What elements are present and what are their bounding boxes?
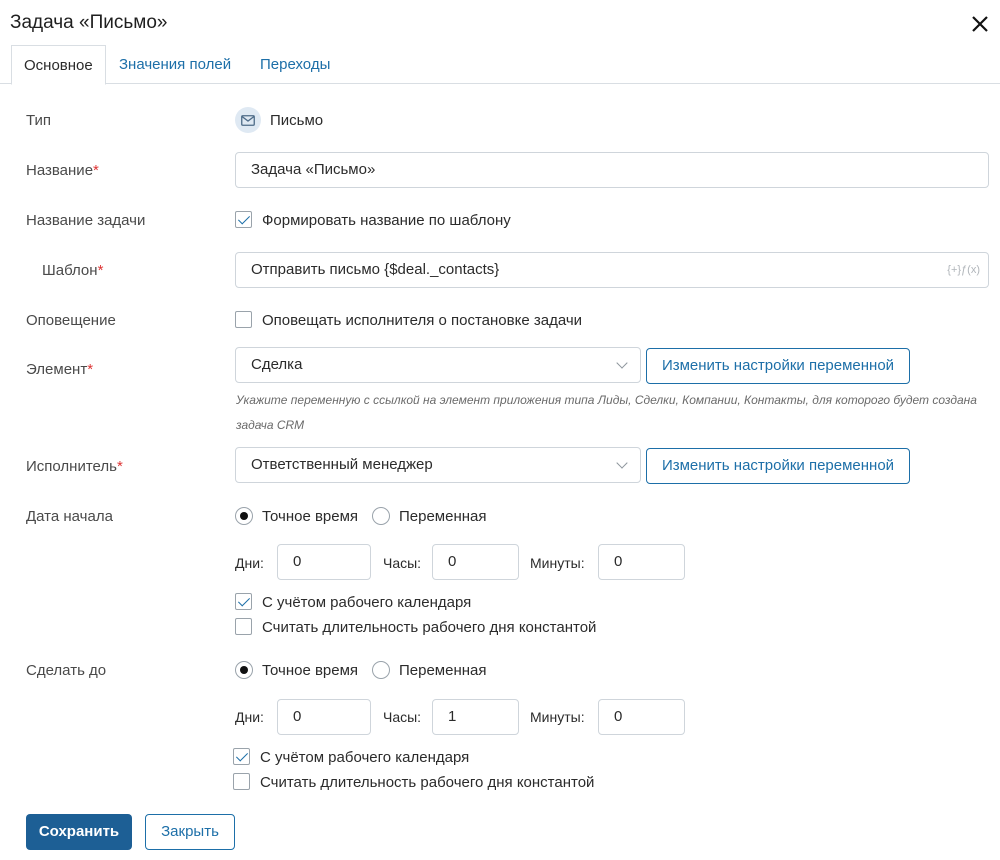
template-input[interactable]: Отправить письмо {$deal._contacts} {+}ƒ(… <box>235 252 989 288</box>
start-calendar-checkbox[interactable] <box>235 593 252 610</box>
dialog-title: Задача «Письмо» <box>10 12 168 33</box>
assignee-change-variable-button[interactable]: Изменить настройки переменной <box>646 448 910 484</box>
assignee-select-value: Ответственный менеджер <box>251 456 433 473</box>
chevron-down-icon <box>616 357 628 369</box>
due-minutes-input[interactable]: 0 <box>598 699 685 735</box>
start-minutes-label: Минуты: <box>530 555 585 571</box>
start-variable-radio[interactable] <box>372 507 390 525</box>
task-name-label: Название задачи <box>26 212 146 229</box>
due-days-label: Дни: <box>235 709 264 725</box>
assignee-select[interactable]: Ответственный менеджер <box>235 447 641 483</box>
envelope-icon <box>235 107 261 133</box>
due-calendar-label: С учётом рабочего календаря <box>260 749 470 766</box>
required-mark: * <box>87 361 94 378</box>
notification-label: Оповещение <box>26 312 116 329</box>
start-hours-input[interactable]: 0 <box>432 544 519 580</box>
type-label: Тип <box>26 112 52 129</box>
name-input[interactable]: Задача «Письмо» <box>235 152 989 188</box>
due-hours-label: Часы: <box>383 709 422 725</box>
notify-assignee-checkbox-label: Оповещать исполнителя о постановке задач… <box>262 312 583 329</box>
element-hint-line-1: Укажите переменную с ссылкой на элемент … <box>236 393 977 407</box>
start-calendar-label: С учётом рабочего календаря <box>262 594 472 611</box>
required-mark: * <box>97 262 104 279</box>
assignee-label-text: Исполнитель <box>26 458 117 475</box>
start-exact-time-radio[interactable] <box>235 507 253 525</box>
due-variable-label: Переменная <box>399 662 487 679</box>
element-select-value: Сделка <box>251 356 303 373</box>
template-label: Шаблон* <box>42 262 103 279</box>
tab-transitions[interactable]: Переходы <box>248 45 342 84</box>
close-button[interactable]: Закрыть <box>145 814 235 850</box>
element-select[interactable]: Сделка <box>235 347 641 383</box>
element-change-variable-button[interactable]: Изменить настройки переменной <box>646 348 910 384</box>
start-days-label: Дни: <box>235 555 264 571</box>
start-date-label: Дата начала <box>26 508 113 525</box>
due-exact-time-radio[interactable] <box>235 661 253 679</box>
assignee-label: Исполнитель* <box>26 458 123 475</box>
notify-assignee-checkbox[interactable] <box>235 311 252 328</box>
template-name-checkbox-label: Формировать название по шаблону <box>262 212 511 229</box>
due-calendar-checkbox[interactable] <box>233 748 250 765</box>
due-constant-label: Считать длительность рабочего дня конста… <box>260 774 595 791</box>
due-hours-input[interactable]: 1 <box>432 699 519 735</box>
type-value: Письмо <box>270 112 324 129</box>
start-exact-time-label: Точное время <box>262 508 359 525</box>
insert-variable-fx-icon[interactable]: {+}ƒ(x) <box>947 253 980 287</box>
due-exact-time-label: Точное время <box>262 662 359 679</box>
element-hint-line-2: задача CRM <box>236 418 305 432</box>
start-constant-checkbox[interactable] <box>235 618 252 635</box>
required-mark: * <box>116 458 123 475</box>
due-constant-checkbox[interactable] <box>233 773 250 790</box>
close-icon[interactable] <box>968 12 992 36</box>
tab-main[interactable]: Основное <box>11 45 106 85</box>
start-days-input[interactable]: 0 <box>277 544 371 580</box>
due-date-label: Сделать до <box>26 662 107 679</box>
template-input-value: Отправить письмо {$deal._contacts} <box>251 261 500 278</box>
save-button[interactable]: Сохранить <box>26 814 132 850</box>
name-label: Название* <box>26 162 99 179</box>
chevron-down-icon <box>616 457 628 469</box>
due-minutes-label: Минуты: <box>530 709 585 725</box>
template-name-checkbox[interactable] <box>235 211 252 228</box>
due-days-input[interactable]: 0 <box>277 699 371 735</box>
element-label-text: Элемент <box>26 361 88 378</box>
start-hours-label: Часы: <box>383 555 422 571</box>
tab-field-values[interactable]: Значения полей <box>107 45 243 84</box>
element-label: Элемент* <box>26 361 93 378</box>
name-label-text: Название <box>26 162 94 179</box>
required-mark: * <box>93 162 99 179</box>
start-constant-label: Считать длительность рабочего дня конста… <box>262 619 597 636</box>
start-variable-label: Переменная <box>399 508 487 525</box>
template-label-text: Шаблон <box>42 262 98 279</box>
start-minutes-input[interactable]: 0 <box>598 544 685 580</box>
tab-bar: Основное Значения полей Переходы <box>0 45 1000 85</box>
due-variable-radio[interactable] <box>372 661 390 679</box>
